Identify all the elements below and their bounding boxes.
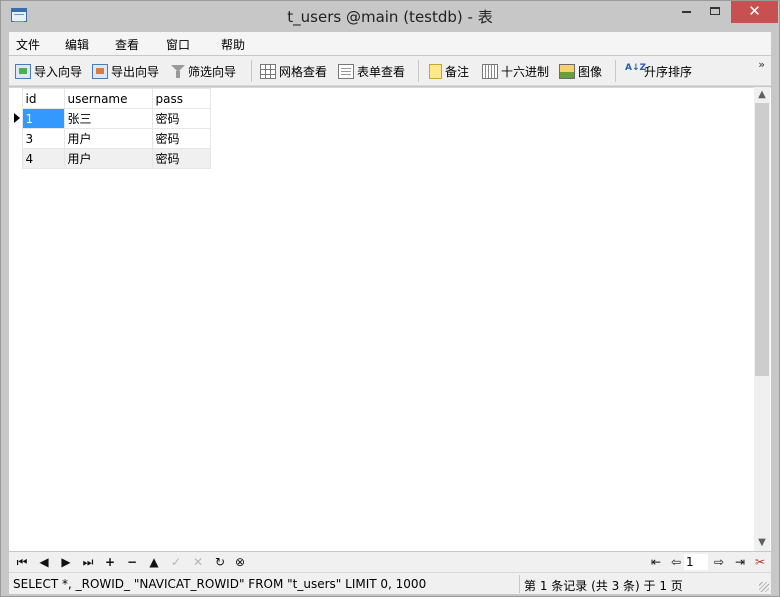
menu-edit[interactable]: 编辑 bbox=[65, 36, 89, 53]
column-header-pass[interactable]: pass bbox=[151, 88, 211, 109]
export-wizard-label: 导出向导 bbox=[111, 64, 160, 79]
first-page-icon[interactable]: ⇤ bbox=[649, 554, 663, 570]
memo-button[interactable]: 备注 bbox=[429, 62, 469, 80]
export-wizard-button[interactable]: 导出向导 bbox=[92, 62, 159, 80]
maximize-button[interactable] bbox=[701, 1, 729, 23]
memo-label: 备注 bbox=[445, 64, 470, 79]
import-icon bbox=[15, 63, 31, 79]
grid-view-label: 网格查看 bbox=[279, 64, 328, 79]
next-record-icon[interactable]: ▶ bbox=[59, 554, 73, 570]
menu-window[interactable]: 窗口 bbox=[166, 36, 190, 53]
next-page-icon[interactable]: ⇨ bbox=[712, 554, 726, 570]
toolbar-separator bbox=[251, 60, 252, 82]
cell-pass[interactable]: 密码 bbox=[151, 128, 211, 149]
status-bar: SELECT *, _ROWID_ "NAVICAT_ROWID" FROM "… bbox=[9, 572, 771, 594]
current-row-indicator bbox=[12, 108, 22, 129]
data-table: id username pass 1 张三 密码 3 用户 密码 4 用户 密码 bbox=[12, 88, 211, 169]
cell-id[interactable]: 3 bbox=[21, 128, 65, 149]
maximize-icon bbox=[710, 6, 720, 15]
page-number-input[interactable]: 1 bbox=[684, 554, 708, 570]
grid-icon bbox=[260, 63, 276, 79]
grid-view-button[interactable]: 网格查看 bbox=[260, 62, 327, 80]
menu-help[interactable]: 帮助 bbox=[221, 36, 245, 53]
scroll-down-arrow-icon[interactable]: ▼ bbox=[754, 535, 770, 551]
cell-pass[interactable]: 密码 bbox=[151, 108, 211, 129]
cell-pass[interactable]: 密码 bbox=[151, 148, 211, 169]
row-indicator bbox=[12, 148, 22, 169]
data-grid[interactable]: id username pass 1 张三 密码 3 用户 密码 4 用户 密码 bbox=[9, 87, 771, 551]
record-info: 第 1 条记录 (共 3 条) 于 1 页 bbox=[524, 579, 683, 593]
sort-ascending-label: 升序排序 bbox=[644, 64, 693, 79]
import-wizard-label: 导入向导 bbox=[34, 64, 83, 79]
last-page-icon[interactable]: ⇥ bbox=[733, 554, 747, 570]
table-header-row: id username pass bbox=[12, 88, 211, 109]
filter-wizard-label: 筛选向导 bbox=[188, 64, 237, 79]
form-icon bbox=[338, 63, 354, 79]
image-icon bbox=[559, 63, 575, 79]
export-icon bbox=[92, 63, 108, 79]
status-separator bbox=[519, 575, 520, 593]
memo-icon bbox=[429, 63, 442, 79]
toolbar: 导入向导 导出向导 筛选向导 网格查看 表单查看 备注 十六进制 图像 A↓Z … bbox=[9, 56, 771, 86]
add-record-icon[interactable]: + bbox=[103, 554, 117, 570]
title-bar: t_users @main (testdb) - 表 ✕ bbox=[1, 1, 779, 31]
minimize-button[interactable] bbox=[672, 1, 700, 23]
last-record-icon[interactable]: ⏭ bbox=[81, 554, 95, 570]
filter-wizard-button[interactable]: 筛选向导 bbox=[171, 62, 236, 80]
cell-username[interactable]: 用户 bbox=[63, 148, 153, 169]
first-record-icon[interactable]: ⏮ bbox=[15, 554, 29, 570]
stop-icon[interactable]: ⊗ bbox=[233, 554, 247, 570]
toolbar-overflow-chevron-icon[interactable]: » bbox=[758, 58, 765, 71]
previous-page-icon[interactable]: ⇦ bbox=[669, 554, 683, 570]
discard-changes-icon[interactable]: ✕ bbox=[191, 554, 205, 570]
column-header-id[interactable]: id bbox=[21, 88, 65, 109]
delete-record-icon[interactable]: − bbox=[125, 554, 139, 570]
import-wizard-button[interactable]: 导入向导 bbox=[15, 62, 82, 80]
close-button[interactable]: ✕ bbox=[731, 1, 778, 23]
hex-label: 十六进制 bbox=[501, 64, 550, 79]
sort-ascending-button[interactable]: A↓Z 升序排序 bbox=[625, 62, 692, 80]
menu-file[interactable]: 文件 bbox=[16, 36, 40, 53]
toolbar-separator bbox=[418, 60, 419, 82]
cell-username[interactable]: 用户 bbox=[63, 128, 153, 149]
row-indicator bbox=[12, 128, 22, 149]
record-navigator: ⏮ ◀ ▶ ⏭ + − ▲ ✓ ✕ ↻ ⊗ ⇤ ⇦ 1 ⇨ ⇥ ✂ bbox=[9, 552, 771, 572]
app-window: t_users @main (testdb) - 表 ✕ 文件 编辑 查看 窗口… bbox=[0, 0, 780, 597]
minimize-icon bbox=[681, 10, 691, 13]
sort-ascending-icon: A↓Z bbox=[625, 62, 647, 73]
cell-username[interactable]: 张三 bbox=[63, 108, 153, 129]
refresh-icon[interactable]: ↻ bbox=[213, 554, 227, 570]
previous-record-icon[interactable]: ◀ bbox=[37, 554, 51, 570]
scroll-up-arrow-icon[interactable]: ▲ bbox=[754, 87, 770, 103]
row-pointer-icon bbox=[14, 112, 20, 123]
table-row[interactable]: 1 张三 密码 bbox=[12, 108, 211, 129]
vertical-scrollbar[interactable]: ▲ ▼ bbox=[754, 87, 770, 551]
image-label: 图像 bbox=[578, 64, 603, 79]
resize-grip-icon[interactable] bbox=[759, 582, 769, 592]
form-view-label: 表单查看 bbox=[357, 64, 406, 79]
toolbar-separator bbox=[615, 60, 616, 82]
menu-bar: 文件 编辑 查看 窗口 帮助 bbox=[9, 32, 771, 55]
filter-icon bbox=[171, 64, 185, 79]
hex-icon bbox=[482, 63, 498, 79]
apply-changes-icon[interactable]: ✓ bbox=[169, 554, 183, 570]
image-button[interactable]: 图像 bbox=[559, 62, 602, 80]
settings-icon[interactable]: ✂ bbox=[753, 554, 767, 570]
sql-statement: SELECT *, _ROWID_ "NAVICAT_ROWID" FROM "… bbox=[13, 577, 427, 591]
table-row[interactable]: 4 用户 密码 bbox=[12, 148, 211, 169]
form-view-button[interactable]: 表单查看 bbox=[338, 62, 405, 80]
menu-view[interactable]: 查看 bbox=[115, 36, 139, 53]
row-indicator-header bbox=[12, 88, 22, 109]
cell-id[interactable]: 1 bbox=[21, 108, 65, 129]
cell-id[interactable]: 4 bbox=[21, 148, 65, 169]
move-up-icon[interactable]: ▲ bbox=[147, 554, 161, 570]
window-title: t_users @main (testdb) - 表 bbox=[287, 8, 493, 26]
hex-button[interactable]: 十六进制 bbox=[482, 62, 549, 80]
column-header-username[interactable]: username bbox=[63, 88, 153, 109]
scrollbar-thumb[interactable] bbox=[755, 103, 769, 376]
table-row[interactable]: 3 用户 密码 bbox=[12, 128, 211, 149]
